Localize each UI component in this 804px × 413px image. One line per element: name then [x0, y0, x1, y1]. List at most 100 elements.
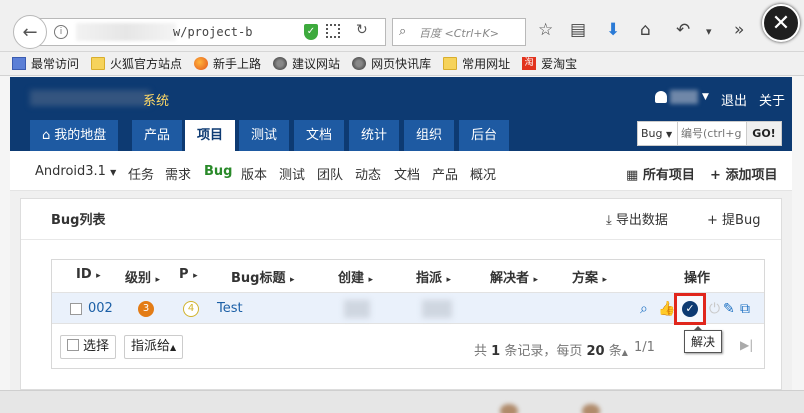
blurred-figure — [582, 404, 600, 413]
col-resolution[interactable]: 方案 ▸ — [572, 267, 607, 286]
export-button[interactable]: ⤓ 导出数据 — [606, 209, 668, 228]
bookmark-getting-started[interactable]: 新手上路 — [194, 55, 261, 72]
subnav-dynamic[interactable]: 动态 — [355, 164, 381, 183]
subnav-product[interactable]: 产品 — [432, 164, 458, 183]
subnav-doc[interactable]: 文档 — [394, 164, 420, 183]
project-switcher[interactable]: Android3.1 ▼ — [35, 164, 116, 179]
col-label: P — [179, 267, 189, 282]
reading-list-icon[interactable]: ▤ — [570, 20, 586, 40]
severity-badge: 3 — [138, 301, 154, 317]
edit-icon[interactable]: ✎ — [723, 301, 735, 317]
nav-tab-label: 我的地盘 — [54, 128, 107, 143]
col-severity[interactable]: 级别 ▸ — [125, 267, 160, 286]
app-header: 系统 ▼ 退出 关于 — [10, 77, 792, 117]
col-pri[interactable]: P ▸ — [179, 267, 198, 282]
col-assigned[interactable]: 指派 ▸ — [416, 267, 451, 286]
power-icon: ⏻ — [709, 301, 721, 317]
reload-icon[interactable]: ↻ — [356, 22, 368, 38]
nav-tab-stats[interactable]: 统计 — [349, 120, 400, 151]
grid-icon: ▦ — [626, 168, 639, 183]
nav-tab-admin[interactable]: 后台 — [459, 120, 510, 151]
object-id-input[interactable] — [678, 122, 746, 145]
subnav-team[interactable]: 团队 — [317, 164, 343, 183]
sort-icon: ▸ — [602, 275, 608, 285]
confirm-icon[interactable]: 👍 — [658, 301, 675, 317]
search-type-select[interactable]: Bug ▼ — [638, 122, 678, 145]
user-icon — [655, 91, 667, 103]
select-label: 选择 — [83, 339, 110, 354]
bookmark-suggested-sites[interactable]: 建议网站 — [273, 55, 340, 72]
subnav-bug[interactable]: Bug — [204, 164, 232, 179]
opened-by-blur — [344, 300, 370, 318]
col-label: ID — [76, 267, 92, 282]
dropdown-arrow-icon[interactable]: ▾ — [706, 25, 712, 38]
web-search-box[interactable]: ⌕ 百度 <Ctrl+K> — [392, 18, 526, 46]
nav-tab-project[interactable]: 项目 — [185, 120, 236, 151]
add-project-link[interactable]: + 添加项目 — [710, 164, 777, 183]
caret-down-icon: ▼ — [110, 168, 117, 177]
bug-title[interactable]: Test — [217, 301, 243, 316]
subnav-story[interactable]: 需求 — [165, 164, 191, 183]
nav-tab-product[interactable]: 产品 — [132, 120, 183, 151]
sort-icon: ▸ — [446, 275, 452, 285]
copy-icon[interactable]: ⧉ — [740, 301, 750, 317]
search-icon: ⌕ — [399, 24, 407, 39]
col-actions: 操作 — [684, 271, 711, 286]
table-row[interactable]: 002 3 4 Test ⌕ 👍 ✓ ⏻ ✎ ⧉ — [52, 292, 764, 325]
logout-link[interactable]: 退出 — [721, 90, 747, 109]
overflow-menu-icon[interactable]: » — [734, 20, 744, 40]
col-label: 创建 — [338, 271, 365, 286]
url-bar[interactable]: i w/project-b ✓ ↻ — [38, 18, 386, 46]
sort-icon: ▸ — [368, 275, 374, 285]
undo-icon[interactable]: ↶ — [676, 20, 690, 40]
bookmark-common-urls[interactable]: 常用网址 — [443, 55, 510, 72]
bookmark-label: 网页快讯库 — [371, 57, 432, 71]
per-page-value[interactable]: 20 — [587, 344, 605, 359]
bookmark-star-icon[interactable]: ☆ — [538, 20, 553, 40]
go-button[interactable]: GO! — [746, 122, 781, 145]
subnav-task[interactable]: 任务 — [128, 164, 154, 183]
project-subnav: Android3.1 ▼ 任务 需求 Bug 版本 测试 团队 动态 文档 产品… — [10, 151, 792, 191]
url-text[interactable]: w/project-b — [173, 25, 303, 39]
assign-to-button[interactable]: 指派给▲ — [124, 335, 184, 359]
all-projects-link[interactable]: ▦ 所有项目 — [626, 164, 695, 183]
row-checkbox[interactable] — [70, 303, 82, 315]
nav-tab-doc[interactable]: 文档 — [294, 120, 345, 151]
report-bug-button[interactable]: + 提Bug — [707, 209, 760, 228]
col-title[interactable]: Bug标题 ▸ — [231, 267, 295, 286]
bookmark-firefox-site[interactable]: 火狐官方站点 — [91, 55, 182, 72]
bookmark-web-slices[interactable]: 网页快讯库 — [352, 55, 431, 72]
subnav-build[interactable]: 版本 — [241, 164, 267, 183]
last-page-icon[interactable]: ▶| — [740, 338, 753, 352]
bookmark-most-visited[interactable]: 最常访问 — [12, 55, 79, 72]
subnav-view[interactable]: 概况 — [470, 164, 496, 183]
bookmark-taobao[interactable]: 淘爱淘宝 — [522, 55, 577, 72]
col-id[interactable]: ID ▸ — [76, 267, 101, 282]
close-overlay-icon[interactable]: ✕ — [762, 4, 800, 42]
nav-tab-my[interactable]: ⌂ 我的地盘 — [30, 120, 119, 151]
bug-id[interactable]: 002 — [88, 301, 113, 316]
resolve-button[interactable]: ✓ — [674, 293, 706, 325]
search-icon[interactable]: ⌕ — [640, 301, 648, 317]
shield-icon[interactable]: ✓ — [304, 24, 318, 40]
sort-icon: ▸ — [290, 275, 295, 285]
qr-code-icon[interactable] — [326, 24, 340, 38]
download-icon[interactable]: ⬇ — [606, 20, 620, 40]
col-resolved-by[interactable]: 解决者 ▸ — [490, 267, 538, 286]
back-button[interactable]: ← — [13, 15, 47, 49]
user-menu[interactable]: ▼ — [655, 90, 709, 104]
info-icon[interactable]: i — [54, 25, 68, 39]
select-all-button[interactable]: 选择 — [60, 335, 117, 359]
select-all-checkbox[interactable] — [67, 339, 79, 351]
col-label: 解决者 — [490, 271, 530, 286]
col-opened-by[interactable]: 创建 ▸ — [338, 267, 373, 286]
nav-tab-org[interactable]: 组织 — [404, 120, 455, 151]
home-icon[interactable]: ⌂ — [640, 20, 651, 40]
caret-up-icon[interactable]: ▲ — [622, 348, 628, 357]
main-nav: ⌂我的地盘 产品 项目 测试 文档 统计 组织 后台 Bug ▼ GO! — [10, 117, 792, 151]
about-link[interactable]: 关于 — [759, 90, 785, 109]
nav-tab-test[interactable]: 测试 — [239, 120, 290, 151]
subnav-test[interactable]: 测试 — [279, 164, 305, 183]
brand-title[interactable]: 系统 — [143, 90, 169, 109]
pager-text: 条 — [608, 344, 622, 359]
